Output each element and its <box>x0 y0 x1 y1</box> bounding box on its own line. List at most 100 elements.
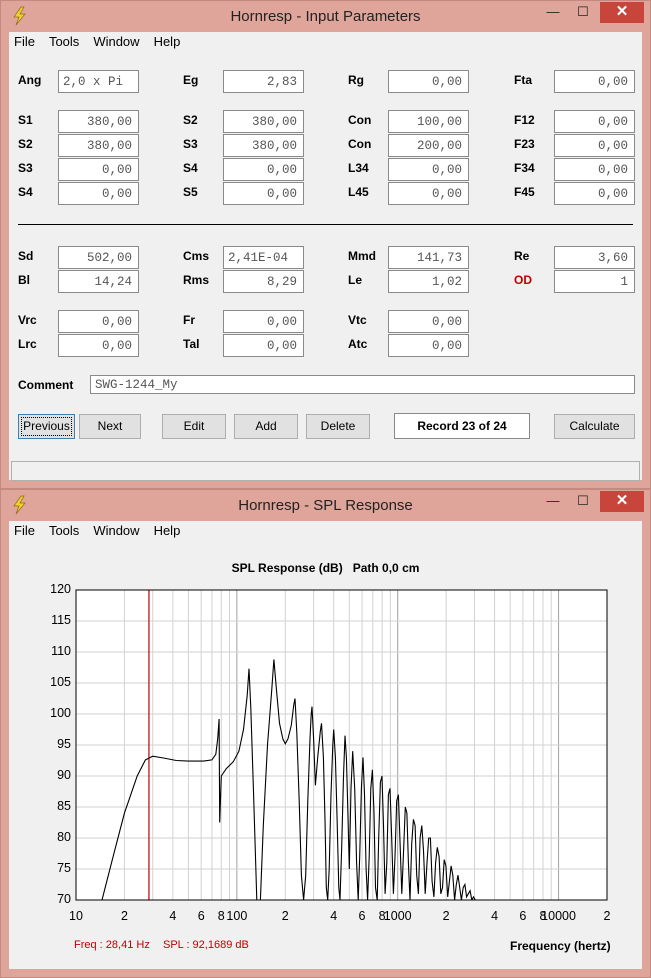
fta-field[interactable]: 0,00 <box>554 70 635 93</box>
tal-label: Tal <box>183 337 200 351</box>
od-field[interactable]: 1 <box>554 270 635 293</box>
y-tick-label: 95 <box>57 737 71 751</box>
eg-label: Eg <box>183 73 199 87</box>
spl-readout: SPL : 92,1689 dB <box>163 939 249 951</box>
s5-label: S5 <box>183 185 198 199</box>
l34-label: L34 <box>348 161 369 175</box>
calculate-button[interactable]: Calculate <box>554 414 635 439</box>
le-label: Le <box>348 273 363 287</box>
s2-label: S2 <box>18 137 33 151</box>
con2-label: Con <box>348 137 372 151</box>
close-button[interactable]: ✕ <box>600 491 644 512</box>
s5-field[interactable]: 0,00 <box>223 182 304 205</box>
f45-label: F45 <box>514 185 535 199</box>
menu-window[interactable]: Window <box>93 34 139 49</box>
cms-field[interactable]: 2,41E-04 <box>223 246 304 269</box>
add-button[interactable]: Add <box>234 414 298 439</box>
y-tick-label: 110 <box>51 644 71 658</box>
f45-field[interactable]: 0,00 <box>554 182 635 205</box>
s3b-field[interactable]: 380,00 <box>223 134 304 157</box>
le-field[interactable]: 1,02 <box>388 270 469 293</box>
s2b-label: S2 <box>183 113 198 127</box>
con1-field[interactable]: 100,00 <box>388 110 469 133</box>
menu-file[interactable]: File <box>14 34 35 49</box>
re-label: Re <box>514 249 530 263</box>
f34-label: F34 <box>514 161 535 175</box>
x-tick-label: 10000 <box>541 909 576 923</box>
y-tick-label: 80 <box>57 830 71 844</box>
input-parameters-window: Hornresp - Input Parameters — ☐ ✕ File To… <box>0 0 651 489</box>
y-tick-label: 75 <box>57 861 71 875</box>
sd-field[interactable]: 502,00 <box>58 246 139 269</box>
s1-label: S1 <box>18 113 33 127</box>
maximize-button[interactable]: ☐ <box>568 2 598 23</box>
comment-label: Comment <box>18 378 74 392</box>
ang-field[interactable]: 2,0 x Pi <box>58 70 139 93</box>
vrc-field[interactable]: 0,00 <box>58 310 139 333</box>
con2-field[interactable]: 200,00 <box>388 134 469 157</box>
x-tick-label: 2 <box>603 909 611 923</box>
s3b-label: S3 <box>183 137 198 151</box>
x-tick-label: 100 <box>226 909 248 923</box>
rms-label: Rms <box>183 273 210 287</box>
x-tick-label: 1000 <box>383 909 412 923</box>
ang-label: Ang <box>18 73 42 87</box>
separator-line <box>18 224 633 225</box>
delete-button[interactable]: Delete <box>306 414 370 439</box>
s3-field[interactable]: 0,00 <box>58 158 139 181</box>
bl-field[interactable]: 14,24 <box>58 270 139 293</box>
s1-field[interactable]: 380,00 <box>58 110 139 133</box>
s2b-field[interactable]: 380,00 <box>223 110 304 133</box>
f23-label: F23 <box>514 137 535 151</box>
s4-field[interactable]: 0,00 <box>58 182 139 205</box>
f34-field[interactable]: 0,00 <box>554 158 635 181</box>
f12-label: F12 <box>514 113 535 127</box>
rg-field[interactable]: 0,00 <box>388 70 469 93</box>
f12-field[interactable]: 0,00 <box>554 110 635 133</box>
title-bar[interactable]: Hornresp - Input Parameters — ☐ ✕ <box>1 1 650 32</box>
menu-help[interactable]: Help <box>154 34 181 49</box>
x-tick-label: 10 <box>69 909 83 923</box>
previous-button[interactable]: Previous <box>18 414 75 439</box>
s2-field[interactable]: 380,00 <box>58 134 139 157</box>
x-tick-label: 2 <box>120 909 128 923</box>
fr-field[interactable]: 0,00 <box>223 310 304 333</box>
rms-field[interactable]: 8,29 <box>223 270 304 293</box>
minimize-button[interactable]: — <box>538 491 568 512</box>
title-bar[interactable]: Hornresp - SPL Response — ☐ ✕ <box>1 490 650 521</box>
x-axis-title: Frequency (hertz) <box>510 939 611 953</box>
tal-field[interactable]: 0,00 <box>223 334 304 357</box>
mmd-label: Mmd <box>348 249 376 263</box>
y-tick-label: 115 <box>51 613 71 627</box>
mmd-field[interactable]: 141,73 <box>388 246 469 269</box>
re-field[interactable]: 3,60 <box>554 246 635 269</box>
f23-field[interactable]: 0,00 <box>554 134 635 157</box>
fta-label: Fta <box>514 73 532 87</box>
close-button[interactable]: ✕ <box>600 2 644 23</box>
spl-client-area: File Tools Window Help SPL Response (dB) Pa… <box>9 521 642 969</box>
lrc-field[interactable]: 0,00 <box>58 334 139 357</box>
l45-field[interactable]: 0,00 <box>388 182 469 205</box>
atc-field[interactable]: 0,00 <box>388 334 469 357</box>
edit-button[interactable]: Edit <box>162 414 226 439</box>
maximize-button[interactable]: ☐ <box>568 491 598 512</box>
vtc-field[interactable]: 0,00 <box>388 310 469 333</box>
l34-field[interactable]: 0,00 <box>388 158 469 181</box>
spl-chart[interactable] <box>9 521 644 961</box>
spl-response-window: Hornresp - SPL Response — ☐ ✕ File Tools W… <box>0 489 651 978</box>
x-tick-label: 8 <box>217 909 225 923</box>
menu-tools[interactable]: Tools <box>49 34 79 49</box>
record-indicator: Record 23 of 24 <box>394 413 530 439</box>
y-tick-label: 85 <box>57 799 71 813</box>
od-label[interactable]: OD <box>514 273 532 287</box>
x-tick-label: 6 <box>358 909 366 923</box>
status-bar <box>11 461 640 481</box>
next-button[interactable]: Next <box>79 414 141 439</box>
comment-field[interactable]: SWG-1244_My <box>90 375 635 394</box>
eg-field[interactable]: 2,83 <box>223 70 304 93</box>
minimize-button[interactable]: — <box>538 2 568 23</box>
x-tick-label: 4 <box>169 909 177 923</box>
s4b-field[interactable]: 0,00 <box>223 158 304 181</box>
y-tick-label: 120 <box>50 582 71 596</box>
y-tick-label: 100 <box>50 706 71 720</box>
